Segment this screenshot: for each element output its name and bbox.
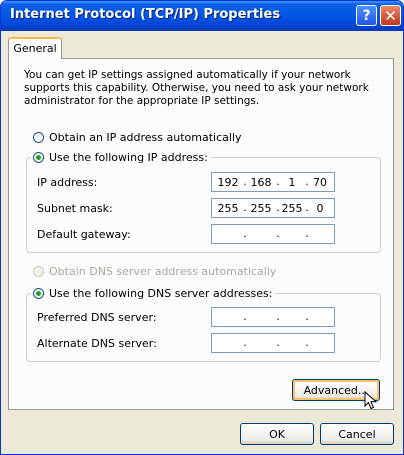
- title-bar[interactable]: Internet Protocol (TCP/IP) Properties ? …: [1, 1, 403, 31]
- mask-dot: .: [243, 201, 247, 214]
- tab-general[interactable]: General: [8, 37, 62, 59]
- ip-address-input[interactable]: 192 . 168 . 1 . 70: [211, 172, 335, 192]
- alternate-dns-input[interactable]: . . .: [211, 333, 335, 353]
- gw-dot: .: [276, 227, 280, 240]
- close-button[interactable]: ✕: [380, 5, 401, 26]
- pdns-dot: .: [305, 310, 309, 323]
- ip-manual-label: Use the following IP address:: [49, 151, 208, 164]
- alternate-dns-label: Alternate DNS server:: [37, 337, 157, 350]
- ip-octet-2: 168: [250, 176, 272, 189]
- ip-auto-radio[interactable]: [33, 132, 44, 143]
- close-icon: ✕: [384, 6, 397, 25]
- mask-octet-2: 255: [250, 202, 272, 215]
- preferred-dns-label: Preferred DNS server:: [37, 311, 157, 324]
- preferred-dns-input[interactable]: . . .: [211, 307, 335, 327]
- ip-dot: .: [243, 175, 247, 188]
- default-gateway-input[interactable]: . . .: [211, 224, 335, 244]
- gw-dot: .: [305, 227, 309, 240]
- cancel-button[interactable]: Cancel: [320, 423, 394, 445]
- window-title: Internet Protocol (TCP/IP) Properties: [10, 7, 281, 22]
- ip-octet-3: 1: [288, 176, 296, 189]
- intro-text: You can get IP settings assigned automat…: [24, 69, 369, 107]
- default-gateway-label: Default gateway:: [37, 228, 131, 241]
- ip-auto-label: Obtain an IP address automatically: [49, 131, 242, 144]
- ip-address-label: IP address:: [37, 176, 98, 189]
- adns-dot: .: [305, 336, 309, 349]
- gw-dot: .: [243, 227, 247, 240]
- mask-octet-4: 0: [316, 202, 324, 215]
- ip-manual-radio[interactable]: [33, 152, 44, 163]
- pdns-dot: .: [276, 310, 280, 323]
- ip-octet-4: 70: [313, 176, 327, 189]
- help-icon: ?: [362, 7, 371, 24]
- dns-auto-label: Obtain DNS server address automatically: [49, 265, 277, 278]
- ip-octet-1: 192: [217, 176, 239, 189]
- ok-button[interactable]: OK: [240, 423, 314, 445]
- adns-dot: .: [243, 336, 247, 349]
- dns-manual-radio[interactable]: [33, 288, 44, 299]
- help-button[interactable]: ?: [356, 5, 377, 26]
- dns-auto-option: Obtain DNS server address automatically: [33, 265, 276, 278]
- subnet-mask-label: Subnet mask:: [37, 202, 113, 215]
- dns-manual-label: Use the following DNS server addresses:: [49, 287, 273, 300]
- mask-octet-1: 255: [217, 202, 239, 215]
- mask-octet-3: 255: [281, 202, 303, 215]
- pdns-dot: .: [243, 310, 247, 323]
- ip-auto-option[interactable]: Obtain an IP address automatically: [33, 131, 242, 144]
- ip-manual-option[interactable]: Use the following IP address:: [31, 151, 211, 164]
- adns-dot: .: [276, 336, 280, 349]
- dns-auto-radio: [33, 266, 44, 277]
- mouse-cursor-icon: [364, 391, 378, 410]
- dns-manual-option[interactable]: Use the following DNS server addresses:: [31, 287, 276, 300]
- subnet-mask-input[interactable]: 255 . 255 . 255 . 0: [211, 198, 335, 218]
